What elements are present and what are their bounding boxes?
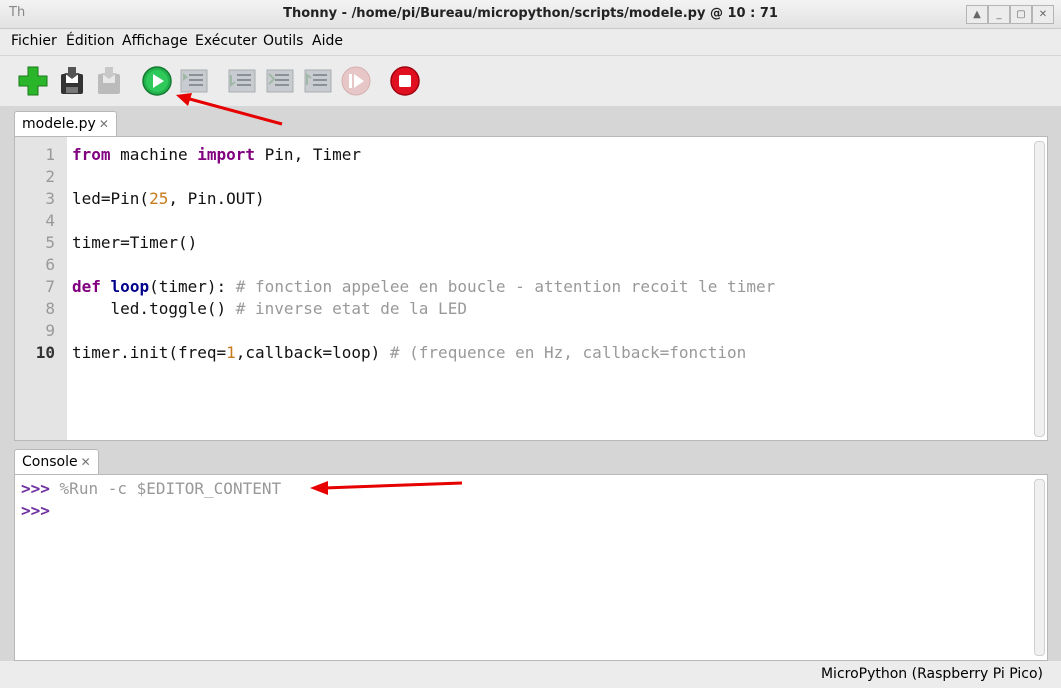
code-line-10: timer.init(freq=1,callback=loop) # (freq… <box>72 343 747 362</box>
minimize-button[interactable]: _ <box>988 5 1010 24</box>
code-line-7: def loop(timer): # fonction appelee en b… <box>72 277 776 296</box>
tab-console[interactable]: Console ✕ <box>14 449 99 474</box>
line-number: 9 <box>45 321 55 340</box>
annotation-arrow-console <box>310 481 463 495</box>
code-line-1: from machine import Pin, Timer <box>72 145 361 164</box>
tab-label: modele.py <box>22 116 96 132</box>
code-line-8: led.toggle() # inverse etat de la LED <box>72 299 467 318</box>
console-line-2: >>> <box>21 501 50 520</box>
save-icon[interactable] <box>56 65 88 97</box>
line-number-current: 10 <box>35 343 55 362</box>
close-tab-icon[interactable]: ✕ <box>81 455 91 469</box>
shell-console[interactable]: >>> %Run -c $EDITOR_CONTENT >>> <box>14 474 1048 661</box>
line-number: 8 <box>45 299 55 318</box>
menu-edition[interactable]: Édition <box>66 33 114 49</box>
editor-scrollbar[interactable] <box>1034 141 1045 437</box>
code-editor[interactable]: 1 2 3 4 5 6 7 8 9 10 from machine import… <box>14 136 1048 441</box>
resume-icon[interactable] <box>340 65 372 97</box>
console-scrollbar[interactable] <box>1034 479 1045 656</box>
save-disabled-icon[interactable] <box>93 65 125 97</box>
line-number-gutter: 1 2 3 4 5 6 7 8 9 10 <box>15 137 67 440</box>
menu-fichier[interactable]: Fichier <box>11 33 57 49</box>
status-bar: MicroPython (Raspberry Pi Pico) <box>0 661 1061 688</box>
console-prompt: >>> <box>21 501 50 520</box>
menu-aide[interactable]: Aide <box>312 33 343 49</box>
tab-modele-py[interactable]: modele.py ✕ <box>14 111 117 136</box>
code-line-3: led=Pin(25, Pin.OUT) <box>72 189 265 208</box>
window-up-icon[interactable]: ▲ <box>966 5 988 24</box>
line-number: 3 <box>45 189 55 208</box>
close-tab-icon[interactable]: ✕ <box>99 117 109 131</box>
step-out-icon[interactable] <box>302 65 334 97</box>
new-file-icon[interactable] <box>17 65 49 97</box>
maximize-button[interactable]: ▢ <box>1010 5 1032 24</box>
menu-affichage[interactable]: Affichage <box>122 33 188 49</box>
line-number: 6 <box>45 255 55 274</box>
menu-outils[interactable]: Outils <box>263 33 303 49</box>
line-number: 4 <box>45 211 55 230</box>
window-title: Thonny - /home/pi/Bureau/micropython/scr… <box>283 6 778 21</box>
annotation-arrow-run <box>176 93 283 126</box>
title-bar: Th Thonny - /home/pi/Bureau/micropython/… <box>0 0 1061 29</box>
menu-executer[interactable]: Exécuter <box>195 33 257 49</box>
line-number: 5 <box>45 233 55 252</box>
interpreter-selector[interactable]: MicroPython (Raspberry Pi Pico) <box>821 666 1043 682</box>
console-command: %Run -c $EDITOR_CONTENT <box>59 479 282 498</box>
stop-icon[interactable] <box>389 65 421 97</box>
line-number: 1 <box>45 145 55 164</box>
tab-label: Console <box>22 454 78 470</box>
menu-bar: Fichier Édition Affichage Exécuter Outil… <box>0 29 1061 55</box>
close-window-button[interactable]: ✕ <box>1032 5 1054 24</box>
code-line-5: timer=Timer() <box>72 233 198 252</box>
console-prompt: >>> <box>21 479 50 498</box>
console-line-1: >>> %Run -c $EDITOR_CONTENT <box>21 479 281 498</box>
line-number: 2 <box>45 167 55 186</box>
line-number: 7 <box>45 277 55 296</box>
